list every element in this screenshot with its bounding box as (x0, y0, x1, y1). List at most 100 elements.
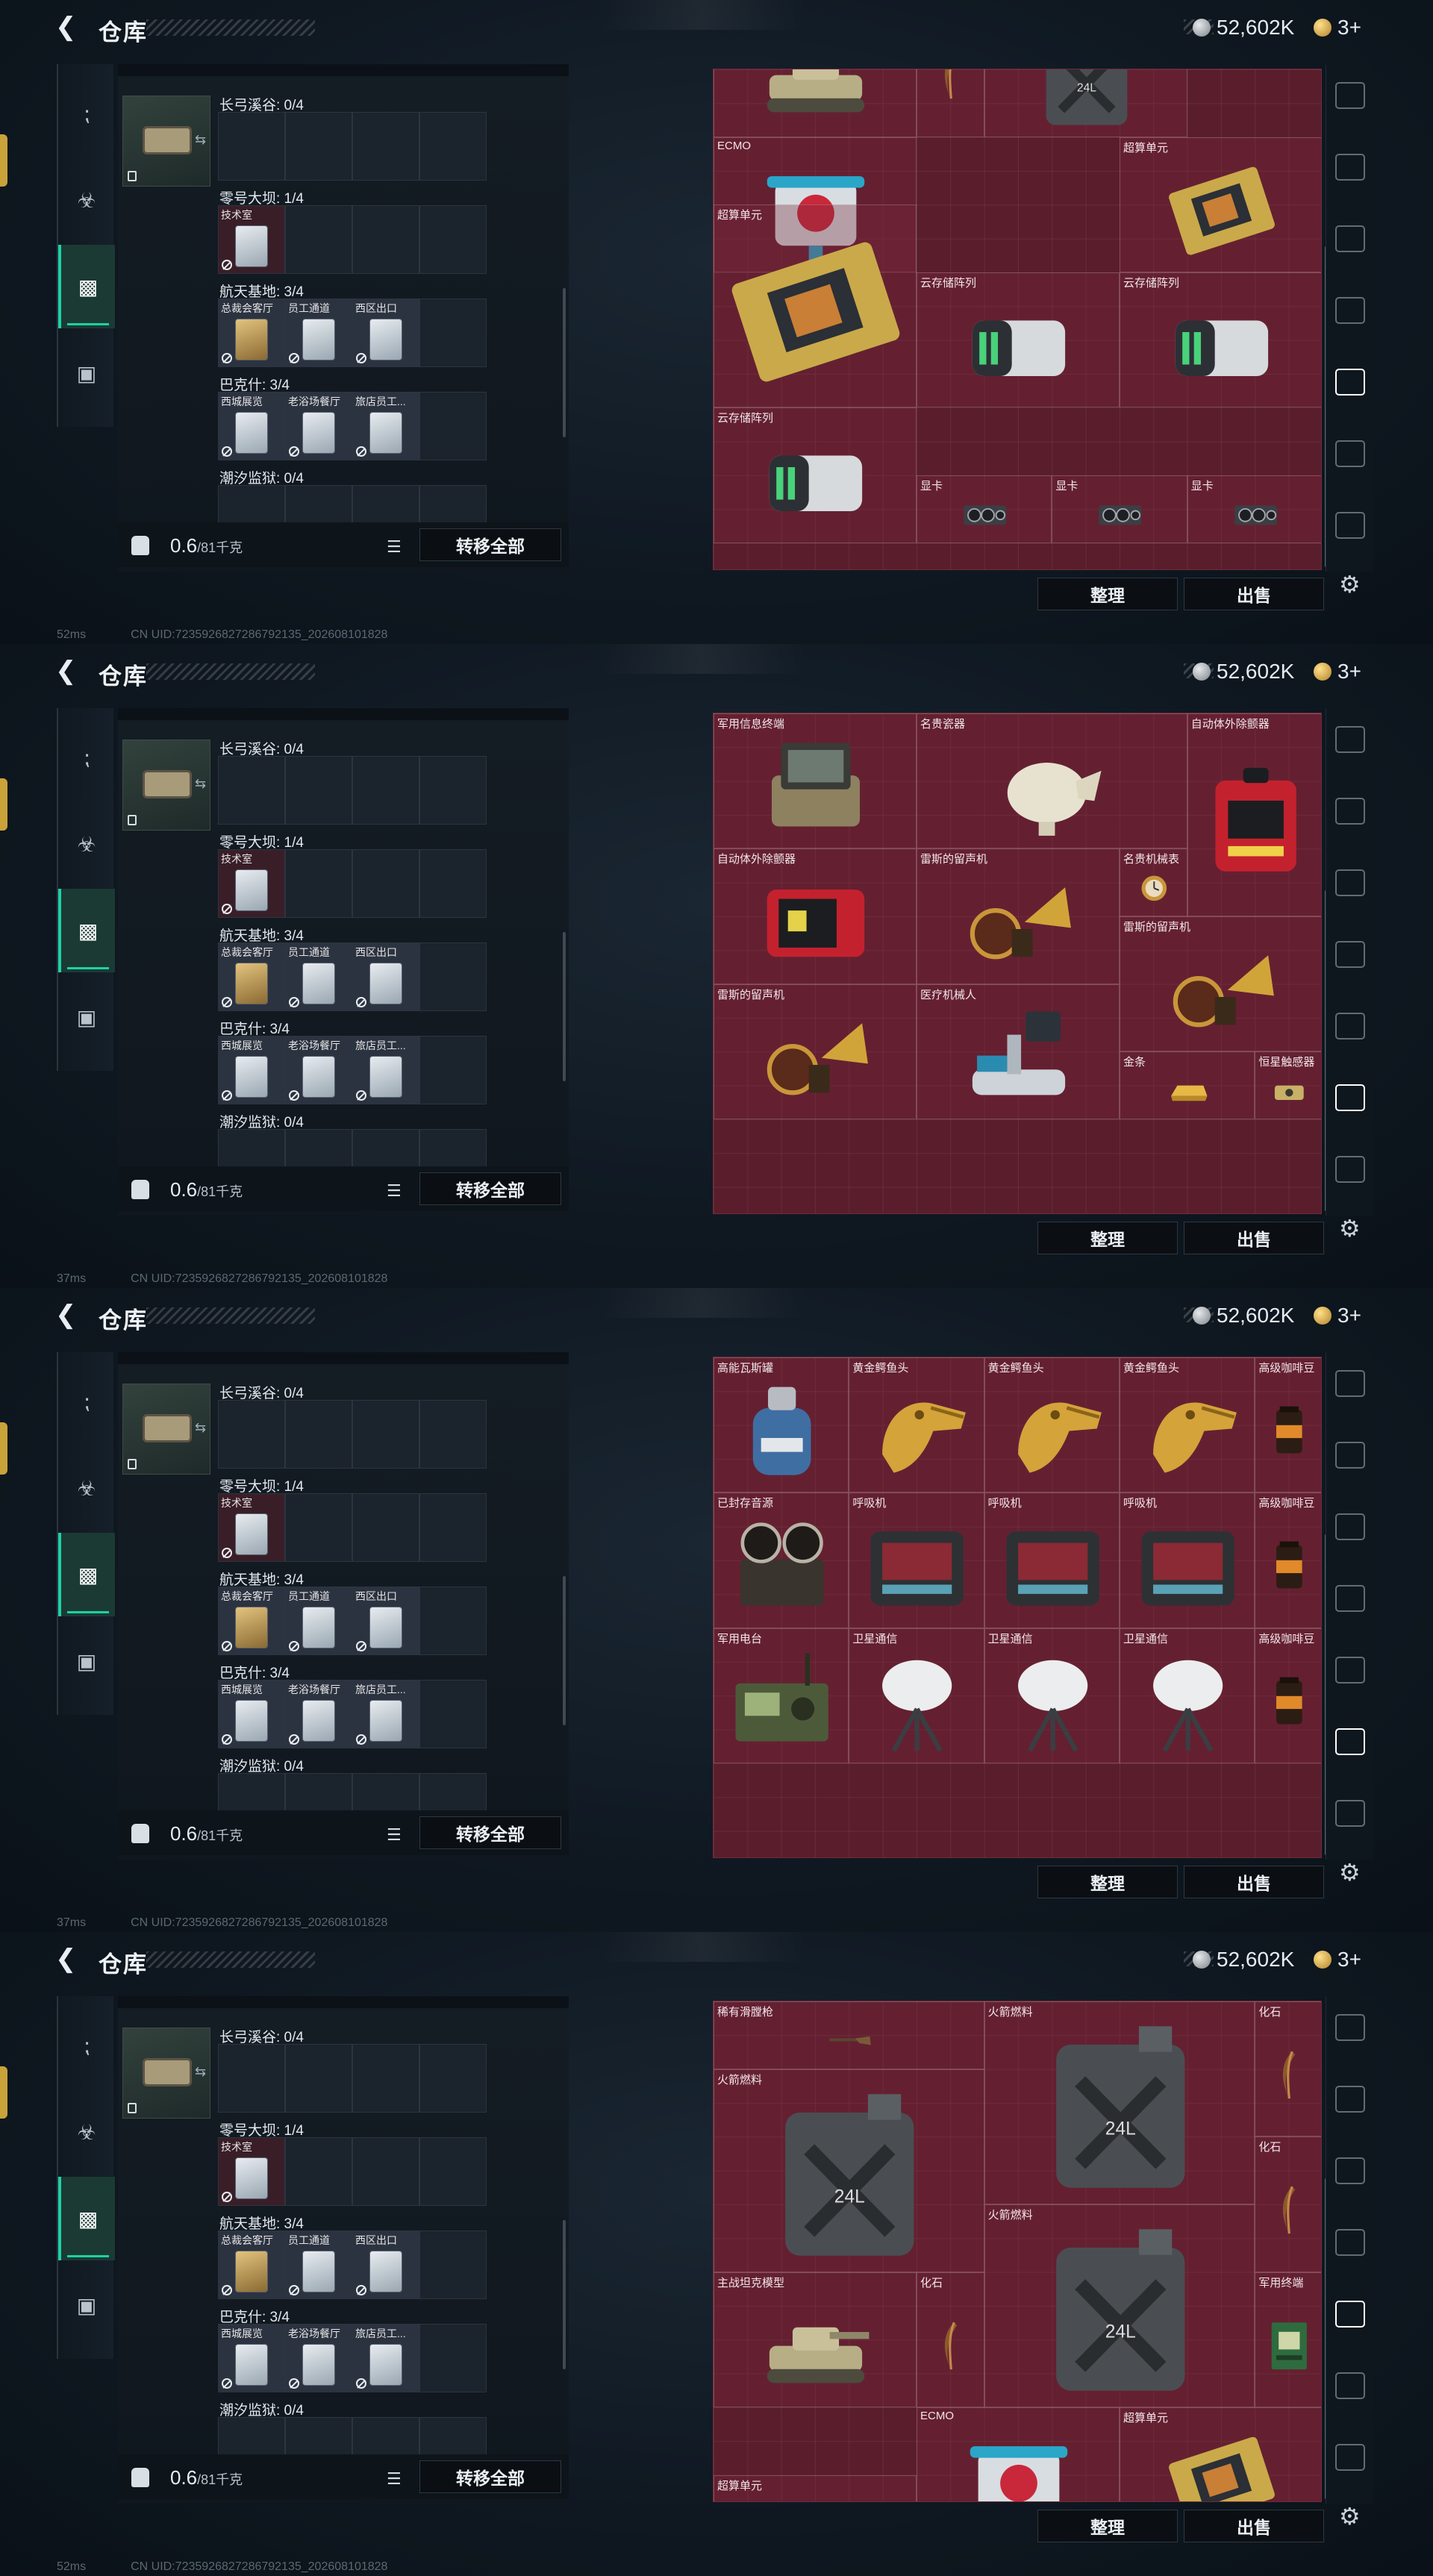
stash-page-icon[interactable] (1335, 2086, 1365, 2113)
back-arrow-icon[interactable]: ❮ (55, 1945, 79, 1972)
stash-item[interactable]: 雷斯的留声机 (1120, 916, 1321, 1052)
transfer-all-button[interactable]: 转移全部 (419, 528, 561, 561)
swap-icon[interactable]: ⇆ (195, 776, 206, 792)
empty-slot[interactable] (419, 2044, 487, 2113)
container-scrollbar[interactable] (563, 932, 566, 1081)
empty-slot[interactable] (285, 112, 352, 181)
container-scrollbar[interactable] (563, 288, 566, 437)
keycard-slot[interactable]: 旅店员工... (352, 1036, 419, 1104)
keycard-slot[interactable]: 技术室 (218, 205, 285, 274)
stash-page-icon[interactable] (1335, 2301, 1365, 2328)
stash-page-icon[interactable] (1335, 726, 1365, 753)
keycard-slot[interactable]: 西城展览 (218, 2324, 285, 2392)
transfer-all-button[interactable]: 转移全部 (419, 1172, 561, 1205)
sort-button[interactable]: 整理 (1037, 1866, 1178, 1898)
keycard-slot[interactable]: 总裁会客厅 (218, 2230, 285, 2299)
tab-cases[interactable]: ▣ (58, 331, 115, 415)
tab-armor[interactable]: ☣ (58, 158, 115, 242)
stash-page-icon[interactable] (1335, 1800, 1365, 1827)
keycard-slot[interactable]: 老浴场餐厅 (285, 2324, 352, 2392)
empty-slot[interactable] (352, 2044, 419, 2113)
keycard-slot[interactable]: 西城展览 (218, 392, 285, 460)
tab-armor[interactable]: ☣ (58, 2090, 115, 2174)
silver-currency[interactable]: 52,602K (1193, 1947, 1294, 1972)
stash-item[interactable]: 雷斯的留声机 (917, 848, 1120, 984)
empty-slot[interactable] (285, 205, 352, 274)
tab-armor[interactable]: ☣ (58, 802, 115, 886)
silver-currency[interactable]: 52,602K (1193, 15, 1294, 40)
empty-slot[interactable] (419, 298, 487, 367)
stash-item[interactable]: 呼吸机 (1120, 1492, 1255, 1628)
stash-item[interactable]: 卫星通信 (984, 1628, 1120, 1763)
stash-grid[interactable]: 军用信息终端 名贵瓷器 自动体外除颤器 自动体外除颤器 雷斯的留声机 名贵机械表 雷斯的留声… (713, 713, 1322, 1214)
side-drawer-handle[interactable] (0, 2066, 7, 2119)
stash-page-icon[interactable] (1335, 1728, 1365, 1755)
stash-item[interactable]: 高能瓦斯罐 (714, 1357, 849, 1493)
stash-item[interactable]: 卫星通信 (849, 1628, 984, 1763)
keycard-slot[interactable]: 员工通道 (285, 1586, 352, 1655)
stash-page-icon[interactable] (1335, 1013, 1365, 1040)
stash-item[interactable]: 名贵瓷器 (917, 713, 1187, 849)
keycard-slot[interactable]: 员工通道 (285, 942, 352, 1011)
stash-item[interactable]: 黄金鳄鱼头 (849, 1357, 984, 1493)
empty-slot[interactable] (419, 1586, 487, 1655)
sell-button[interactable]: 出售 (1184, 578, 1324, 610)
keycard-slot[interactable]: 旅店员工... (352, 392, 419, 460)
stash-page-icon[interactable] (1335, 1156, 1365, 1183)
empty-slot[interactable] (419, 392, 487, 460)
transfer-all-button[interactable]: 转移全部 (419, 2460, 561, 2493)
keycard-slot[interactable]: 总裁会客厅 (218, 1586, 285, 1655)
sort-button[interactable]: 整理 (1037, 1222, 1178, 1254)
keycard-slot[interactable]: 员工通道 (285, 298, 352, 367)
stash-page-icon[interactable] (1335, 225, 1365, 252)
keycard-slot[interactable]: 技术室 (218, 1493, 285, 1562)
stash-item[interactable]: 自动体外除颤器 (714, 848, 917, 984)
keycard-case[interactable]: ⇆ (122, 96, 210, 187)
stash-item[interactable]: 超算单元 (714, 2475, 917, 2501)
list-icon[interactable]: ☰ (387, 1825, 402, 1845)
stash-item[interactable]: 高级咖啡豆 (1255, 1492, 1321, 1628)
swap-icon[interactable]: ⇆ (195, 132, 206, 148)
stash-item[interactable]: 云存储阵列 (917, 272, 1120, 408)
silver-currency[interactable]: 52,602K (1193, 659, 1294, 684)
empty-slot[interactable] (419, 205, 487, 274)
stash-item[interactable]: 化石 (1255, 2136, 1321, 2272)
stash-page-icon[interactable] (1335, 154, 1365, 181)
keycard-case[interactable]: ⇆ (122, 740, 210, 831)
stash-page-icon[interactable] (1335, 1513, 1365, 1540)
side-drawer-handle[interactable] (0, 778, 7, 831)
stash-item[interactable]: 军用信息终端 (714, 713, 917, 849)
empty-slot[interactable] (352, 756, 419, 825)
sort-button[interactable]: 整理 (1037, 2510, 1178, 2542)
stash-page-icon[interactable] (1335, 297, 1365, 324)
stash-item[interactable]: 卫星通信 (1120, 1628, 1255, 1763)
list-icon[interactable]: ☰ (387, 537, 402, 557)
tab-keys[interactable]: ▩ (58, 1533, 115, 1616)
keycard-slot[interactable]: 西区出口 (352, 942, 419, 1011)
stash-grid[interactable]: 主战坦克模型化石24L火箭燃料军用终端ECMO超算单元超算单元云存储阵列云存储阵… (713, 69, 1322, 570)
stash-item[interactable]: 军用终端 (1255, 2272, 1321, 2407)
tab-keys[interactable]: ▩ (58, 245, 115, 328)
stash-page-icon[interactable] (1335, 1585, 1365, 1612)
empty-slot[interactable] (285, 849, 352, 918)
tab-armor[interactable]: ☣ (58, 1446, 115, 1530)
stash-page-icon[interactable] (1335, 2229, 1365, 2256)
keycard-slot[interactable]: 总裁会客厅 (218, 298, 285, 367)
stash-item[interactable]: 名贵机械表 (1120, 848, 1187, 916)
keycard-case[interactable]: ⇆ (122, 1384, 210, 1475)
stash-page-icon[interactable] (1335, 1370, 1365, 1397)
tab-weapons[interactable]: ⁏ (58, 716, 115, 799)
stash-item[interactable]: 稀有滑膛枪 (714, 2001, 984, 2069)
empty-slot[interactable] (419, 1036, 487, 1104)
stash-grid[interactable]: 稀有滑膛枪 24L 火箭燃料 化石 24L 火箭燃料 化石 24L 火箭燃料 主战坦克模型 化石 军用… (713, 2001, 1322, 2502)
empty-slot[interactable] (419, 2137, 487, 2206)
keycard-slot[interactable]: 老浴场餐厅 (285, 392, 352, 460)
empty-slot[interactable] (285, 756, 352, 825)
keycard-slot[interactable]: 老浴场餐厅 (285, 1036, 352, 1104)
stash-item[interactable]: 超算单元 (1120, 2407, 1321, 2501)
stash-item[interactable]: 医疗机械人 (917, 984, 1120, 1119)
empty-slot[interactable] (419, 756, 487, 825)
stash-item[interactable]: 24L 火箭燃料 (714, 2069, 984, 2272)
stash-item[interactable]: 显卡 (917, 475, 1052, 543)
stash-page-icon[interactable] (1335, 1442, 1365, 1469)
